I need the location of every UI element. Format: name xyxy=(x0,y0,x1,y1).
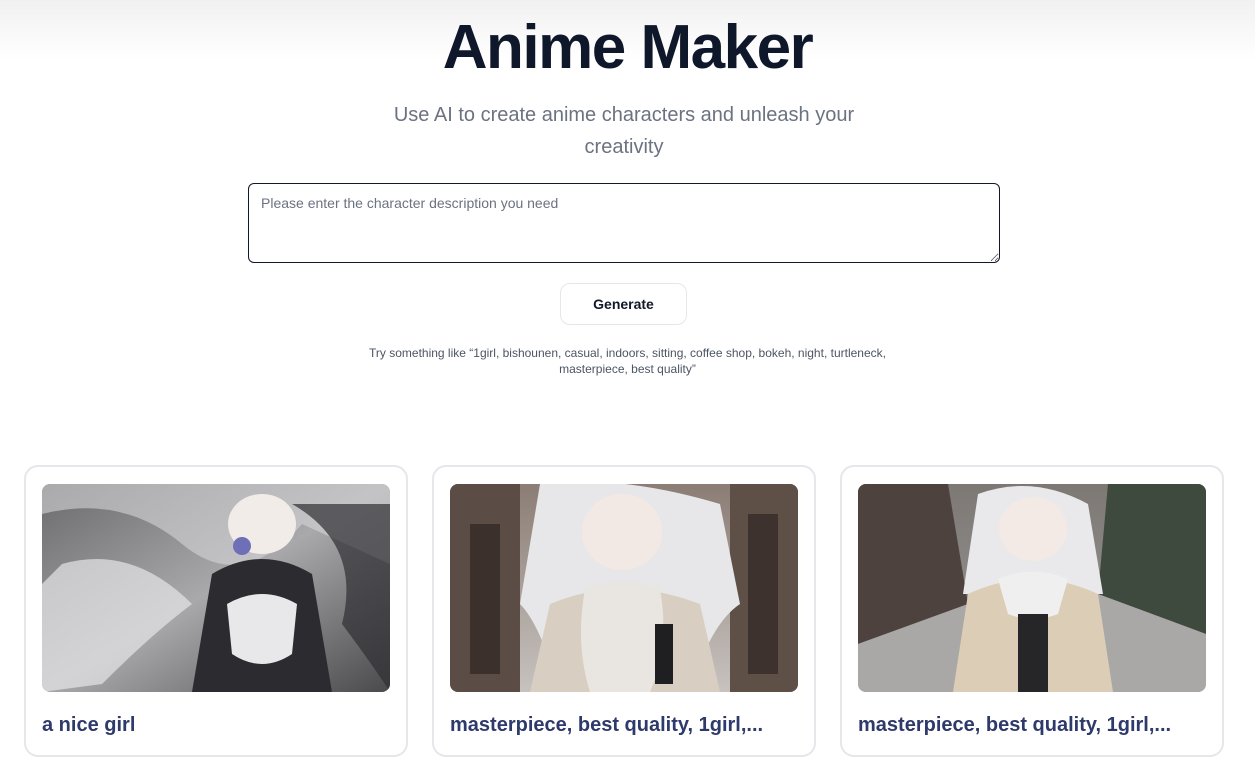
page-subtitle: Use AI to create anime characters and un… xyxy=(393,104,855,158)
gallery-image-1 xyxy=(42,484,390,692)
gallery-card-1[interactable]: a nice girl xyxy=(24,465,408,757)
gallery-image-3 xyxy=(858,484,1206,692)
gallery-caption-3: masterpiece, best quality, 1girl,... xyxy=(858,714,1172,736)
gallery-caption-1: a nice girl xyxy=(42,714,136,736)
generate-button[interactable]: Generate xyxy=(560,283,687,325)
gallery-caption-2: masterpiece, best quality, 1girl,... xyxy=(450,714,764,736)
page-title: Anime Maker xyxy=(442,13,814,82)
gallery-card-2[interactable]: masterpiece, best quality, 1girl,... xyxy=(432,465,816,757)
gallery-image-2 xyxy=(450,484,798,692)
prompt-hint: Try something like “1girl, bishounen, ca… xyxy=(369,346,886,376)
gallery-card-3[interactable]: masterpiece, best quality, 1girl,... xyxy=(840,465,1224,757)
character-description-input[interactable] xyxy=(248,183,1000,263)
